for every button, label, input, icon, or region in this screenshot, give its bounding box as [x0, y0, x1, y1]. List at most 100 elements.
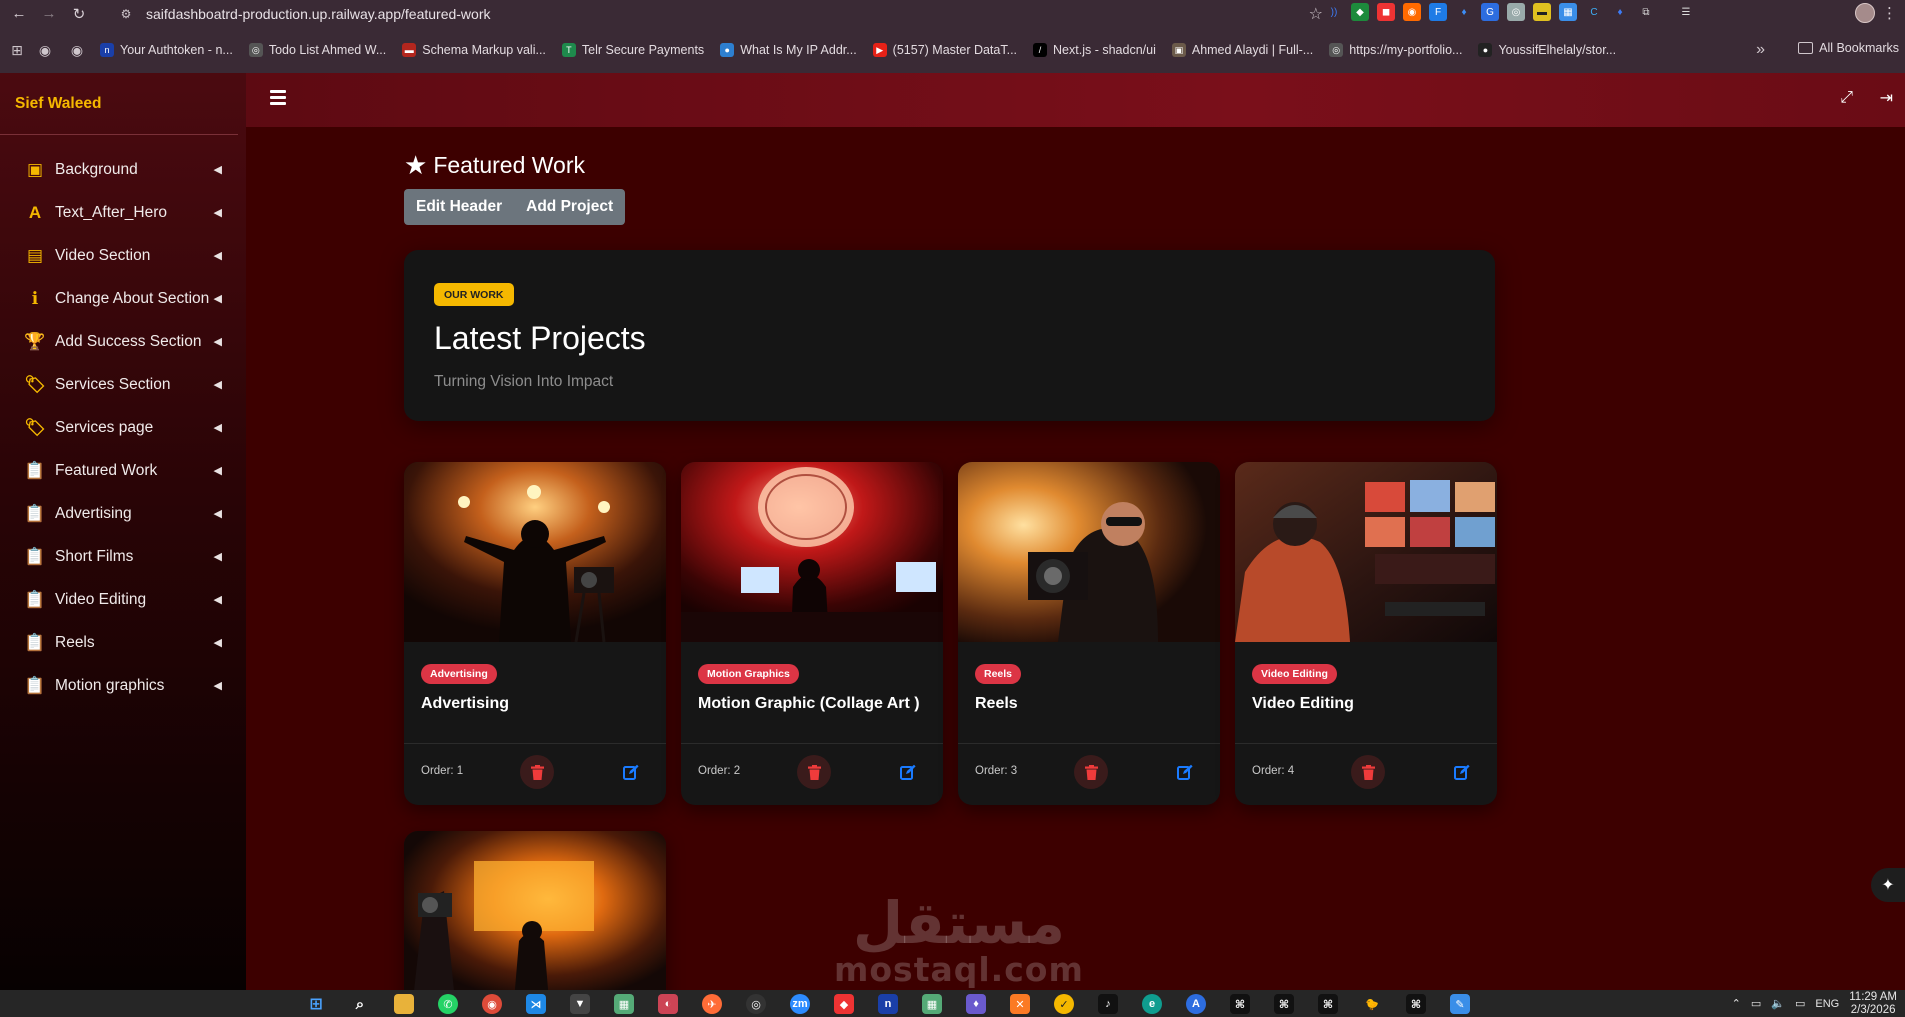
app-icon[interactable]: ▦ — [922, 994, 942, 1014]
sidebar-item-video-section[interactable]: ▤ Video Section ◀ — [0, 234, 246, 277]
chrome-icon[interactable]: ◉ — [482, 994, 502, 1014]
project-card[interactable]: Video Editing Video Editing Order: 4 — [1235, 462, 1497, 805]
all-bookmarks-folder[interactable]: All Bookmarks — [1798, 41, 1899, 55]
forward-icon[interactable]: → — [38, 3, 60, 25]
bookmark-item[interactable]: T Telr Secure Payments — [561, 43, 704, 57]
delete-button[interactable] — [797, 755, 831, 789]
extension-icon[interactable]: ◆ — [1351, 3, 1369, 21]
browser-menu-icon[interactable]: ⋮ — [1882, 4, 1897, 22]
back-icon[interactable]: ← — [8, 3, 30, 25]
bookmark-item[interactable]: ▬ Schema Markup vali... — [402, 43, 546, 57]
delete-button[interactable] — [520, 755, 554, 789]
delete-button[interactable] — [1351, 755, 1385, 789]
sidebar-item-services-section[interactable]: 🏷 Services Section ◀ — [0, 363, 246, 406]
bookmark-item[interactable]: / Next.js - shadcn/ui — [1033, 43, 1156, 57]
site-info-icon[interactable]: ⚙ — [118, 6, 134, 22]
capcut-icon[interactable]: ⌘ — [1318, 994, 1338, 1014]
logout-icon[interactable]: ⇥ — [1880, 88, 1893, 108]
bookmark-item[interactable]: ◎ Todo List Ahmed W... — [248, 43, 386, 57]
sidebar-item-change-about-section[interactable]: ℹ Change About Section ◀ — [0, 277, 246, 320]
sidebar-item-featured-work[interactable]: 📋 Featured Work ◀ — [0, 449, 246, 492]
extension-icon[interactable]: ▬ — [1533, 3, 1551, 21]
edit-button[interactable] — [1453, 763, 1471, 781]
apps-grid-icon[interactable]: ⊞ — [8, 41, 26, 59]
obs-icon[interactable]: ◎ — [746, 994, 766, 1014]
clock[interactable]: 11:29 AM 2/3/2026 — [1849, 991, 1897, 1017]
sidebar-item-advertising[interactable]: 📋 Advertising ◀ — [0, 492, 246, 535]
app-icon[interactable]: ♦ — [966, 994, 986, 1014]
reading-list-icon[interactable]: ☰ — [1677, 3, 1695, 21]
extensions-puzzle-icon[interactable]: ⧉ — [1637, 3, 1655, 21]
edge-icon[interactable]: e — [1142, 994, 1162, 1014]
search-icon[interactable]: ⌕ — [350, 994, 370, 1014]
sparkle-assistant-icon[interactable]: ✦ — [1871, 868, 1905, 902]
sidebar-item-services-page[interactable]: 🏷 Services page ◀ — [0, 406, 246, 449]
zoom-icon[interactable]: zm — [790, 994, 810, 1014]
sidebar-item-motion-graphics[interactable]: 📋 Motion graphics ◀ — [0, 664, 246, 707]
url-text[interactable]: saifdashboatrd-production.up.railway.app… — [146, 6, 491, 22]
app-icon[interactable]: ▦ — [614, 994, 634, 1014]
bookmarks-overflow-icon[interactable]: » — [1756, 41, 1765, 59]
postman-icon[interactable]: ✈ — [702, 994, 722, 1014]
lang-indicator[interactable]: ENG — [1815, 998, 1839, 1010]
brand-name[interactable]: Sief Waleed — [0, 73, 238, 135]
windows-start-icon[interactable]: ⊞ — [306, 994, 326, 1014]
extension-icon[interactable]: ◎ — [1507, 3, 1525, 21]
chrome-shortcut-icon[interactable]: ◉ — [36, 41, 54, 59]
edit-button[interactable] — [1176, 763, 1194, 781]
bookmark-item[interactable]: ▶ (5157) Master DataT... — [872, 43, 1017, 57]
extension-icon[interactable]: ♦ — [1455, 3, 1473, 21]
profile-avatar[interactable] — [1855, 3, 1875, 23]
project-card[interactable]: Reels Reels Order: 3 — [958, 462, 1220, 805]
address-bar[interactable]: ⚙ saifdashboatrd-production.up.railway.a… — [118, 2, 1323, 25]
project-card[interactable]: Motion Graphics Motion Graphic (Collage A… — [681, 462, 943, 805]
notion-icon[interactable]: n — [878, 994, 898, 1014]
battery-icon[interactable]: ▭ — [1795, 997, 1805, 1010]
app-icon[interactable]: ✎ — [1450, 994, 1470, 1014]
bookmark-item[interactable]: ● What Is My IP Addr... — [720, 43, 857, 57]
delete-button[interactable] — [1074, 755, 1108, 789]
app-icon[interactable]: ✓ — [1054, 994, 1074, 1014]
tray-chevron-icon[interactable]: ⌃ — [1732, 997, 1741, 1010]
bookmark-item[interactable]: ● YoussifElhelaly/stor... — [1478, 43, 1616, 57]
extension-icon[interactable]: F — [1429, 3, 1447, 21]
extension-icon[interactable]: ♦ — [1611, 3, 1629, 21]
edit-button[interactable] — [899, 763, 917, 781]
chrome-shortcut-icon[interactable]: ◉ — [68, 41, 86, 59]
xampp-icon[interactable]: ✕ — [1010, 994, 1030, 1014]
add-project-button[interactable]: Add Project — [514, 189, 626, 225]
sidebar-item-video-editing[interactable]: 📋 Video Editing ◀ — [0, 578, 246, 621]
sidebar-item-add-success-section[interactable]: 🏆 Add Success Section ◀ — [0, 320, 246, 363]
extension-icon[interactable]: ◉ — [1403, 3, 1421, 21]
vscode-icon[interactable]: ⋊ — [526, 994, 546, 1014]
sidebar-item-reels[interactable]: 📋 Reels ◀ — [0, 621, 246, 664]
sidebar-item-short-films[interactable]: 📋 Short Films ◀ — [0, 535, 246, 578]
edit-button[interactable] — [622, 763, 640, 781]
extension-icon[interactable]: )) — [1325, 3, 1343, 21]
hamburger-menu-icon[interactable] — [270, 90, 286, 105]
capcut-icon[interactable]: ⌘ — [1406, 994, 1426, 1014]
reload-icon[interactable]: ↻ — [68, 3, 90, 25]
project-card[interactable]: Advertising Advertising Order: 1 — [404, 462, 666, 805]
anydesk-icon[interactable]: ◆ — [834, 994, 854, 1014]
whatsapp-icon[interactable]: ✆ — [438, 994, 458, 1014]
bookmark-item[interactable]: ◎ https://my-portfolio... — [1329, 43, 1462, 57]
extension-icon[interactable]: ◼ — [1377, 3, 1395, 21]
volume-icon[interactable]: 🔈 — [1771, 997, 1785, 1010]
tiktok-icon[interactable]: ♪ — [1098, 994, 1118, 1014]
edit-header-button[interactable]: Edit Header — [404, 189, 515, 225]
capcut-icon[interactable]: ⌘ — [1230, 994, 1250, 1014]
extension-icon[interactable]: G — [1481, 3, 1499, 21]
extension-icon[interactable]: C — [1585, 3, 1603, 21]
fullscreen-icon[interactable]: ⤢ — [1840, 89, 1853, 107]
bookmark-item[interactable]: n Your Authtoken - n... — [100, 43, 233, 57]
sidebar-item-text-after-hero[interactable]: A Text_After_Hero ◀ — [0, 191, 246, 234]
extension-icon[interactable]: ▦ — [1559, 3, 1577, 21]
sidebar-item-background[interactable]: ▣ Background ◀ — [0, 148, 246, 191]
bookmark-star-icon[interactable]: ☆ — [1309, 4, 1323, 24]
network-icon[interactable]: ▭ — [1751, 997, 1761, 1010]
app-icon[interactable]: A — [1186, 994, 1206, 1014]
bookmark-item[interactable]: ▣ Ahmed Alaydi | Full-... — [1171, 43, 1313, 57]
app-icon[interactable]: 🐤 — [1362, 994, 1382, 1014]
file-explorer-icon[interactable] — [394, 994, 414, 1014]
